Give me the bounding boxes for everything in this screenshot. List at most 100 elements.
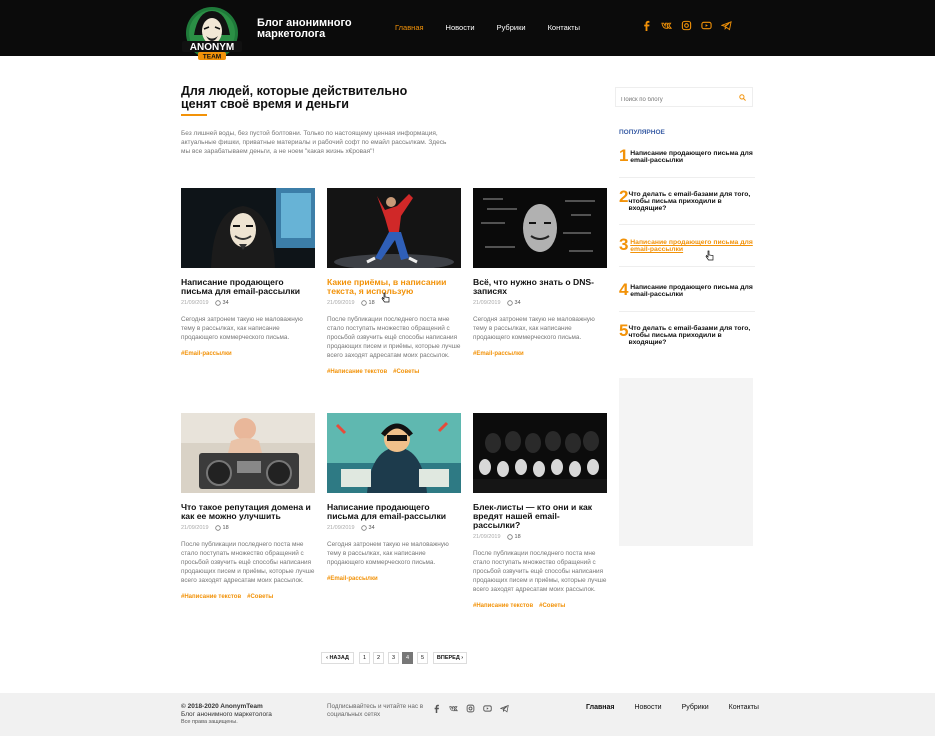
popular-number: 3: [619, 235, 629, 254]
post-card[interactable]: Блек-листы — кто они и как вредят нашей …: [473, 413, 607, 609]
facebook-icon[interactable]: [432, 704, 441, 713]
svg-text:TEAM: TEAM: [203, 54, 221, 61]
post-excerpt: После публикации последнего поста мне ст…: [181, 541, 315, 584]
hero-title: Для людей, которые действительно ценят с…: [181, 84, 408, 111]
popular-item[interactable]: 4 Написание продающего письма для email-…: [619, 281, 755, 298]
post-title[interactable]: Всё, что нужно знать о DNS-записях: [473, 278, 607, 296]
post-title[interactable]: Написание продающего письма для email-ра…: [327, 503, 461, 521]
page-link[interactable]: 5: [417, 652, 428, 664]
post-excerpt: После публикации последнего поста мне ст…: [473, 550, 607, 593]
telegram-icon[interactable]: [500, 704, 509, 713]
nav-categories[interactable]: Рубрики: [497, 23, 526, 32]
baby-boombox-image[interactable]: [181, 413, 315, 493]
digital-mask-image[interactable]: [473, 188, 607, 268]
page-link-current[interactable]: 4: [402, 652, 413, 664]
prev-page-button[interactable]: ‹ НАЗАД: [321, 652, 354, 664]
vk-icon[interactable]: [449, 704, 458, 713]
footer-nav-categories[interactable]: Рубрики: [682, 704, 709, 711]
popular-number: 2: [619, 187, 629, 206]
comment-count: 34: [368, 525, 375, 531]
comment-count: 34: [514, 300, 521, 306]
anonym-logo-icon: ANONYM TEAM: [182, 7, 242, 61]
svg-text:ANONYM: ANONYM: [190, 42, 234, 53]
post-excerpt: Сегодня затронем такую не маловажную тем…: [181, 316, 303, 341]
post-title[interactable]: Какие приёмы, в написании текста, я испо…: [327, 278, 461, 296]
page-link[interactable]: 1: [359, 652, 370, 664]
post-excerpt: Сегодня затронем такую не маловажную тем…: [327, 541, 449, 566]
page-link[interactable]: 3: [388, 652, 399, 664]
footer-nav: Главная Новости Рубрики Контакты: [586, 704, 779, 711]
post-tag[interactable]: #Написание текстов: [327, 369, 387, 375]
popular-title: ПОПУЛЯРНОЕ: [619, 129, 665, 136]
youtube-icon[interactable]: [701, 20, 712, 31]
instagram-icon[interactable]: [466, 704, 475, 713]
search-icon[interactable]: [739, 94, 746, 101]
telegram-icon[interactable]: [721, 20, 732, 31]
page-link[interactable]: 2: [373, 652, 384, 664]
footer-nav-news[interactable]: Новости: [634, 704, 661, 711]
next-page-button[interactable]: ВПЕРЕД ›: [433, 652, 467, 664]
comment-icon: [360, 300, 367, 306]
post-excerpt: После публикации последнего поста мне ст…: [327, 316, 461, 359]
popular-item[interactable]: 3 Написание продающего письма для email-…: [619, 236, 755, 253]
main-nav: Главная Новости Рубрики Контакты: [395, 23, 602, 32]
crowd-masks-image[interactable]: [473, 413, 607, 493]
post-card[interactable]: Написание продающего письма для email-ра…: [181, 188, 315, 357]
footer-blog-name: Блог анонимного маркетолога: [181, 710, 272, 718]
post-title[interactable]: Что такое репутация домена и как ее можн…: [181, 503, 315, 521]
instagram-icon[interactable]: [681, 20, 692, 31]
post-date: 21/09/2019: [181, 300, 209, 306]
popular-item[interactable]: 2 Что делать с email-базами для того, чт…: [619, 188, 755, 212]
post-tag[interactable]: #Email-рассылки: [327, 576, 378, 582]
logo[interactable]: ANONYM TEAM: [180, 5, 244, 65]
site-title[interactable]: Блог анонимного маркетолога: [257, 18, 387, 40]
popular-number: 1: [619, 146, 629, 165]
post-tag[interactable]: #Советы: [539, 603, 565, 609]
divider: [619, 224, 755, 225]
popular-number: 5: [619, 321, 629, 340]
popular-item-title[interactable]: Написание продающего письма для email-ра…: [630, 281, 755, 298]
popular-item-title[interactable]: Что делать с email-базами для того, чтоб…: [628, 188, 755, 212]
post-tag[interactable]: #Email-рассылки: [473, 351, 524, 357]
hand-cursor-icon: [705, 250, 714, 261]
post-card[interactable]: Какие приёмы, в написании текста, я испо…: [327, 188, 461, 375]
nav-home[interactable]: Главная: [395, 23, 424, 32]
post-card[interactable]: Всё, что нужно знать о DNS-записях 21/09…: [473, 188, 607, 357]
post-date: 21/09/2019: [473, 534, 501, 540]
post-tag[interactable]: #Написание текстов: [473, 603, 533, 609]
site-footer: [0, 693, 935, 736]
facebook-icon[interactable]: [641, 20, 652, 31]
post-title[interactable]: Написание продающего письма для email-ра…: [181, 278, 315, 296]
hero-divider: [181, 114, 207, 116]
post-title[interactable]: Блек-листы — кто они и как вредят нашей …: [473, 503, 607, 530]
post-card[interactable]: Написание продающего письма для email-ра…: [327, 413, 461, 582]
nav-contacts[interactable]: Контакты: [548, 23, 580, 32]
breakdancer-image[interactable]: [327, 188, 461, 268]
search-input[interactable]: [616, 91, 726, 109]
footer-nav-contacts[interactable]: Контакты: [729, 704, 759, 711]
post-tag[interactable]: #Советы: [393, 369, 419, 375]
copyright-text: © 2018-2020 AnonymTeam: [181, 703, 263, 710]
popular-item[interactable]: 5 Что делать с email-базами для того, чт…: [619, 322, 755, 346]
post-tag[interactable]: #Написание текстов: [181, 594, 241, 600]
comment-count: 18: [514, 534, 521, 540]
popular-number: 4: [619, 280, 629, 299]
popular-item-title[interactable]: Написание продающего письма для email-ра…: [630, 147, 755, 164]
post-tag[interactable]: #Советы: [247, 594, 273, 600]
vk-icon[interactable]: [661, 20, 672, 31]
divider: [619, 266, 755, 267]
post-card[interactable]: Что такое репутация домена и как ее можн…: [181, 413, 315, 600]
post-tag[interactable]: #Email-рассылки: [181, 351, 232, 357]
popular-item-title[interactable]: Что делать с email-базами для того, чтоб…: [628, 322, 755, 346]
popular-item-title[interactable]: Написание продающего письма для email-ра…: [630, 236, 755, 253]
popular-item[interactable]: 1 Написание продающего письма для email-…: [619, 147, 755, 164]
hacker-mask-image[interactable]: [181, 188, 315, 268]
post-excerpt: Сегодня затронем такую не маловажную тем…: [473, 316, 595, 341]
header-socials: [641, 20, 732, 31]
youtube-icon[interactable]: [483, 704, 492, 713]
comment-icon: [360, 525, 367, 531]
footer-nav-home[interactable]: Главная: [586, 704, 614, 711]
comic-hacker-image[interactable]: [327, 413, 461, 493]
comment-icon: [214, 525, 221, 531]
nav-news[interactable]: Новости: [446, 23, 475, 32]
